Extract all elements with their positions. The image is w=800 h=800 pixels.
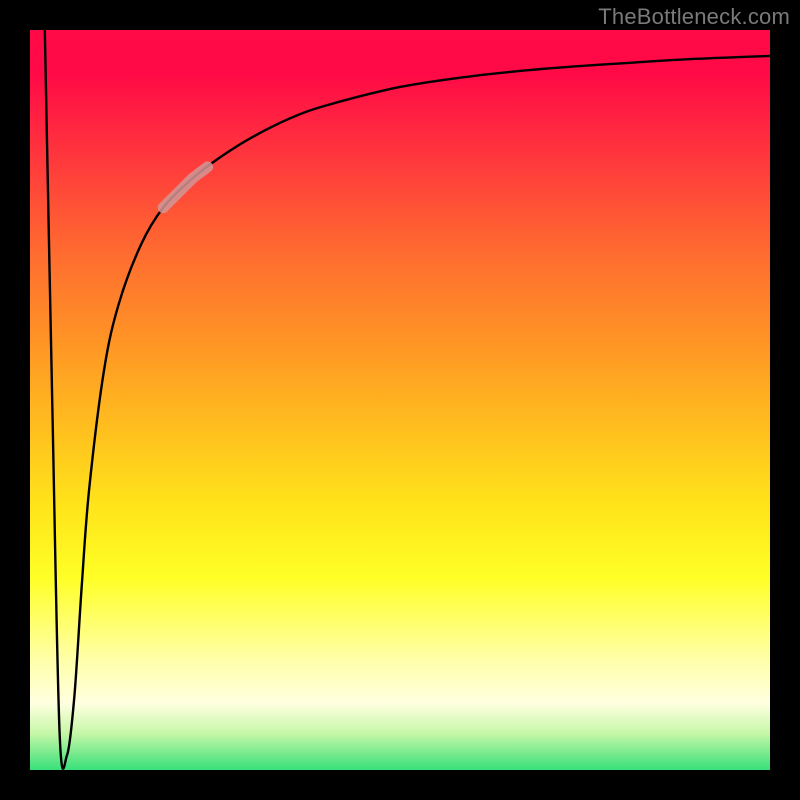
chart-frame: TheBottleneck.com <box>0 0 800 800</box>
plot-area <box>30 30 770 770</box>
curve-svg <box>30 30 770 770</box>
bottleneck-highlight <box>163 167 207 208</box>
watermark-text: TheBottleneck.com <box>598 4 790 30</box>
bottleneck-curve <box>45 30 770 769</box>
